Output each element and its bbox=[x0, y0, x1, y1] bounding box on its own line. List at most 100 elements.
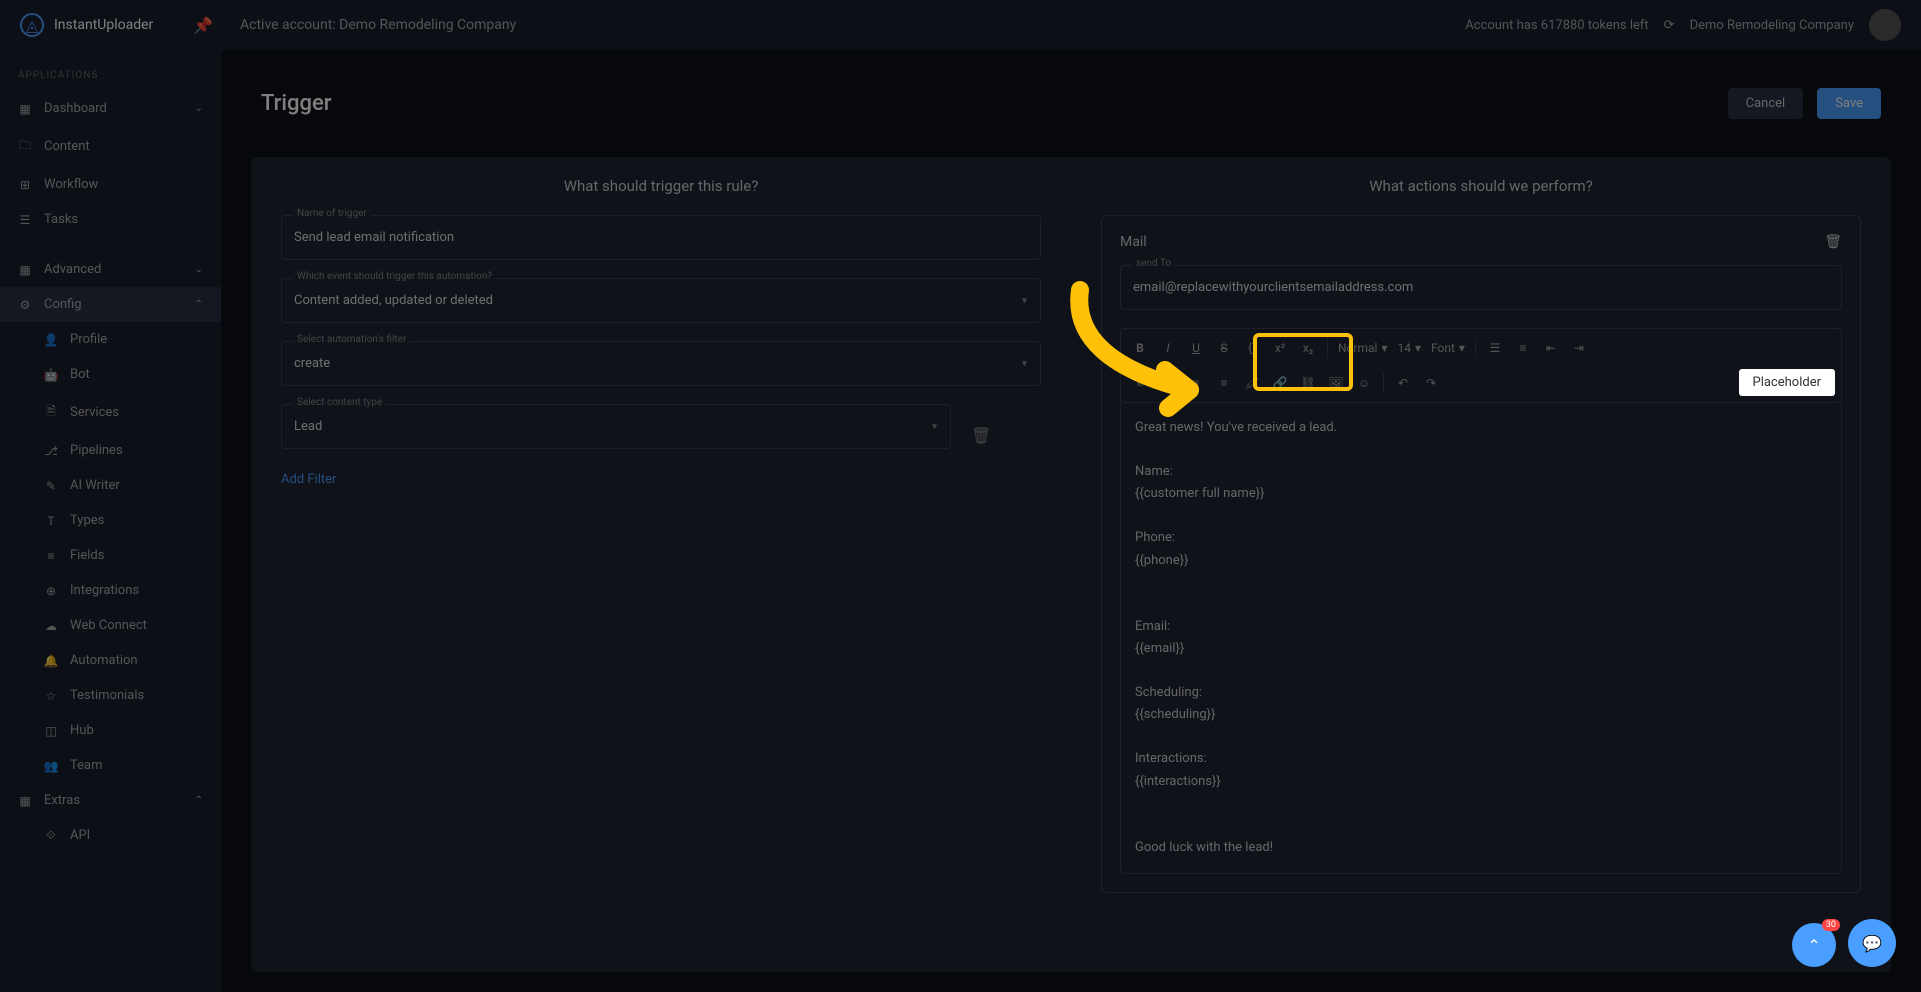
sidebar-item-types[interactable]: TTypes bbox=[0, 503, 221, 538]
up-arrow-icon: ⌃ bbox=[1807, 936, 1820, 955]
trigger-column: What should trigger this rule? Name of t… bbox=[251, 157, 1071, 972]
sidebar-item-team[interactable]: 👥Team bbox=[0, 748, 221, 783]
mail-action-card: Mail 🗑 send To B I U S {} x² x₂ bbox=[1101, 215, 1861, 893]
sidebar-item-testimonials[interactable]: ☆Testimonials bbox=[0, 678, 221, 713]
italic-button[interactable]: I bbox=[1155, 335, 1181, 361]
sidebar-item-web-connect[interactable]: ☁Web Connect bbox=[0, 608, 221, 643]
active-account-label: Active account: Demo Remodeling Company bbox=[240, 17, 516, 33]
sidebar-item-extras[interactable]: ▦Extras⌃ bbox=[0, 783, 221, 818]
tasks-icon: ☰ bbox=[18, 213, 32, 227]
send-to-input[interactable] bbox=[1120, 265, 1842, 310]
list-ordered-button[interactable]: ☰ bbox=[1482, 335, 1508, 361]
strike-button[interactable]: S bbox=[1211, 335, 1237, 361]
sidebar-item-advanced[interactable]: ▦Advanced⌄ bbox=[0, 252, 221, 287]
emoji-button[interactable]: ☺ bbox=[1351, 370, 1377, 396]
code-button[interactable]: {} bbox=[1239, 335, 1265, 361]
list-unordered-button[interactable]: ≡ bbox=[1510, 335, 1536, 361]
sidebar-item-ai-writer[interactable]: ✎AI Writer bbox=[0, 468, 221, 503]
align-center-button[interactable]: ≡ bbox=[1155, 370, 1181, 396]
type-icon: T bbox=[44, 514, 58, 528]
folder-icon: 🗀 bbox=[18, 136, 32, 157]
unlink-button[interactable]: ⛓ bbox=[1295, 370, 1321, 396]
indent-button[interactable]: ⇥ bbox=[1566, 335, 1592, 361]
bold-button[interactable]: B bbox=[1127, 335, 1153, 361]
bell-icon: 🔔 bbox=[44, 654, 58, 668]
app-logo-icon: ◬ bbox=[20, 13, 44, 37]
sidebar-item-hub[interactable]: ◫Hub bbox=[0, 713, 221, 748]
editor-toolbar: B I U S {} x² x₂ Normal 14 Font ☰ ≡ bbox=[1120, 328, 1842, 403]
content-type-label: Select content type bbox=[293, 397, 386, 408]
chevron-down-icon: ⌄ bbox=[195, 264, 203, 275]
company-name[interactable]: Demo Remodeling Company bbox=[1690, 18, 1854, 33]
delete-filter-button[interactable]: 🗑 bbox=[961, 416, 1001, 455]
brand-name: InstantUploader bbox=[54, 17, 153, 33]
trigger-name-input[interactable] bbox=[281, 215, 1041, 260]
format-select[interactable]: Normal bbox=[1334, 337, 1391, 359]
star-icon: ☆ bbox=[44, 689, 58, 703]
chat-button[interactable]: 💬 bbox=[1848, 919, 1896, 967]
team-icon: 👥 bbox=[44, 759, 58, 773]
pin-icon[interactable]: 📌 bbox=[193, 16, 213, 35]
trigger-event-label: Which event should trigger this automati… bbox=[293, 271, 496, 282]
font-select[interactable]: Font bbox=[1427, 337, 1469, 359]
save-button[interactable]: Save bbox=[1817, 88, 1881, 119]
chevron-up-icon: ⌃ bbox=[195, 299, 203, 310]
sidebar: APPLICATIONS ▦Dashboard⌄ 🗀Content ⊞Workf… bbox=[0, 50, 221, 992]
sidebar-item-tasks[interactable]: ☰Tasks bbox=[0, 202, 221, 237]
api-icon: ⟐ bbox=[44, 828, 58, 843]
add-filter-button[interactable]: Add Filter bbox=[281, 472, 1041, 487]
sidebar-item-workflow[interactable]: ⊞Workflow bbox=[0, 167, 221, 202]
user-icon: 👤 bbox=[44, 333, 58, 347]
color-button[interactable]: 🖍 bbox=[1239, 370, 1265, 396]
pencil-icon: ✎ bbox=[44, 479, 58, 493]
scroll-top-button[interactable]: ⌃ 30 bbox=[1792, 923, 1836, 967]
sidebar-item-config[interactable]: ⚙Config⌃ bbox=[0, 287, 221, 322]
undo-button[interactable]: ↶ bbox=[1390, 370, 1416, 396]
sidebar-item-dashboard[interactable]: ▦Dashboard⌄ bbox=[0, 91, 221, 126]
bot-icon: 🤖 bbox=[44, 368, 58, 382]
hub-icon: ◫ bbox=[44, 724, 58, 738]
pipeline-icon: ⎇ bbox=[44, 444, 58, 458]
actions-column-title: What actions should we perform? bbox=[1101, 177, 1861, 195]
superscript-button[interactable]: x² bbox=[1267, 335, 1293, 361]
sidebar-item-integrations[interactable]: ⊕Integrations bbox=[0, 573, 221, 608]
refresh-icon[interactable]: ⟳ bbox=[1664, 18, 1675, 33]
fields-icon: ≡ bbox=[44, 549, 58, 563]
content-type-select[interactable] bbox=[281, 404, 951, 449]
cancel-button[interactable]: Cancel bbox=[1728, 88, 1804, 119]
redo-button[interactable]: ↷ bbox=[1418, 370, 1444, 396]
file-icon: 🗎 bbox=[44, 402, 58, 423]
notification-badge: 30 bbox=[1822, 919, 1840, 931]
subscript-button[interactable]: x₂ bbox=[1295, 335, 1321, 361]
underline-button[interactable]: U bbox=[1183, 335, 1209, 361]
link-button[interactable]: 🔗 bbox=[1267, 370, 1293, 396]
sidebar-item-api[interactable]: ⟐API bbox=[0, 818, 221, 853]
sidebar-item-content[interactable]: 🗀Content bbox=[0, 126, 221, 167]
user-avatar[interactable] bbox=[1869, 9, 1901, 41]
cloud-icon: ☁ bbox=[44, 619, 58, 633]
sidebar-item-services[interactable]: 🗎Services bbox=[0, 392, 221, 433]
outdent-button[interactable]: ⇤ bbox=[1538, 335, 1564, 361]
extras-icon: ▦ bbox=[18, 794, 32, 808]
align-justify-button[interactable]: ≡ bbox=[1211, 370, 1237, 396]
delete-mail-button[interactable]: 🗑 bbox=[1824, 234, 1842, 250]
image-button[interactable]: 🖼 bbox=[1323, 370, 1349, 396]
advanced-icon: ▦ bbox=[18, 263, 32, 277]
integration-icon: ⊕ bbox=[44, 584, 58, 598]
sidebar-item-bot[interactable]: 🤖Bot bbox=[0, 357, 221, 392]
trigger-column-title: What should trigger this rule? bbox=[281, 177, 1041, 195]
sidebar-item-pipelines[interactable]: ⎇Pipelines bbox=[0, 433, 221, 468]
trigger-filter-select[interactable] bbox=[281, 341, 1041, 386]
trigger-event-select[interactable] bbox=[281, 278, 1041, 323]
align-right-button[interactable]: ≡ bbox=[1183, 370, 1209, 396]
mail-body-editor[interactable]: Great news! You've received a lead. Name… bbox=[1120, 403, 1842, 874]
align-left-button[interactable]: ≡ bbox=[1127, 370, 1153, 396]
placeholder-button[interactable]: Placeholder bbox=[1739, 369, 1836, 396]
chat-icon: 💬 bbox=[1862, 934, 1882, 953]
sidebar-section-label: APPLICATIONS bbox=[0, 60, 221, 91]
size-select[interactable]: 14 bbox=[1393, 337, 1425, 359]
actions-column: What actions should we perform? Mail 🗑 s… bbox=[1071, 157, 1891, 972]
sidebar-item-automation[interactable]: 🔔Automation bbox=[0, 643, 221, 678]
sidebar-item-profile[interactable]: 👤Profile bbox=[0, 322, 221, 357]
sidebar-item-fields[interactable]: ≡Fields bbox=[0, 538, 221, 573]
